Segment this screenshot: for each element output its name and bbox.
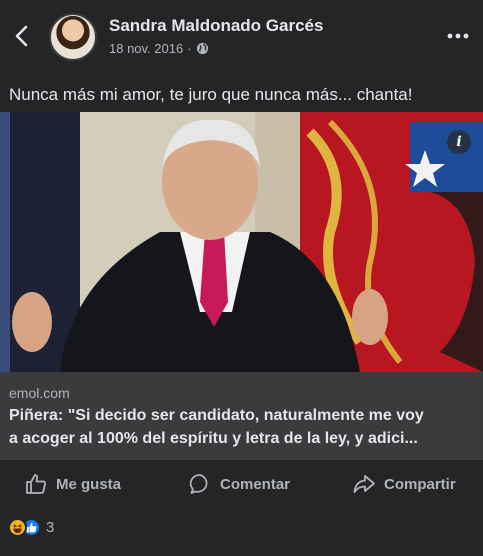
post-text: Nunca más mi amor, te juro que nunca más… bbox=[9, 85, 413, 104]
share-icon bbox=[353, 475, 375, 493]
info-badge[interactable]: i bbox=[447, 130, 471, 154]
like-label: Me gusta bbox=[56, 475, 122, 493]
reactions-summary[interactable]: 3 bbox=[8, 518, 54, 537]
post-header: Sandra Maldonado Garcés 18 nov. 2016 · bbox=[0, 0, 483, 72]
photo-illustration bbox=[0, 112, 483, 372]
meta-separator: · bbox=[187, 41, 192, 56]
like-button[interactable]: Me gusta bbox=[24, 472, 121, 496]
link-preview-image[interactable]: i bbox=[0, 112, 483, 372]
share-button[interactable]: Compartir bbox=[352, 472, 456, 496]
comment-label: Comentar bbox=[220, 475, 291, 493]
link-title: Piñera: "Si decido ser candidato, natura… bbox=[9, 404, 479, 450]
thumbs-up-icon bbox=[26, 474, 46, 494]
link-title-line: Piñera: "Si decido ser candidato, natura… bbox=[9, 407, 424, 424]
post-date[interactable]: 18 nov. 2016 bbox=[109, 41, 183, 56]
comment-button[interactable]: Comentar bbox=[188, 472, 290, 496]
back-arrow-icon[interactable] bbox=[8, 20, 36, 52]
action-bar: Me gusta Comentar Compartir bbox=[0, 462, 483, 506]
reaction-count: 3 bbox=[46, 519, 55, 536]
author-name[interactable]: Sandra Maldonado Garcés bbox=[109, 16, 323, 36]
avatar[interactable] bbox=[49, 13, 97, 61]
globe-icon bbox=[196, 42, 208, 55]
link-title-line: a acoger al 100% del espíritu y letra de… bbox=[9, 430, 418, 447]
link-card[interactable]: emol.com Piñera: "Si decido ser candidat… bbox=[0, 372, 483, 460]
share-label: Compartir bbox=[384, 475, 456, 493]
haha-icon bbox=[8, 518, 27, 537]
link-domain: emol.com bbox=[9, 385, 70, 401]
more-options-icon[interactable] bbox=[445, 26, 471, 46]
comment-icon bbox=[189, 474, 208, 494]
post-meta: 18 nov. 2016 · bbox=[109, 41, 209, 56]
